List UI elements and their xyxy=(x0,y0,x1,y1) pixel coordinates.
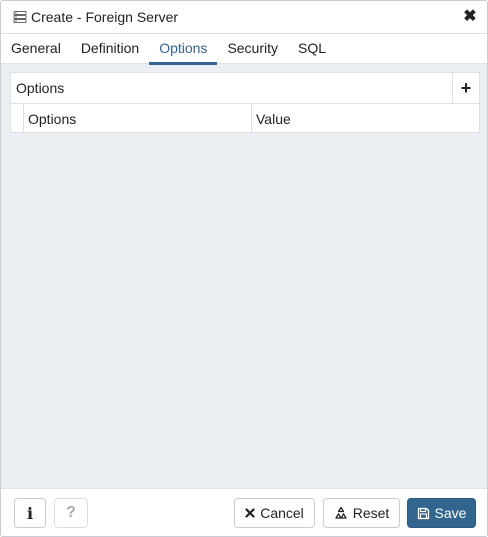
options-panel-title: Options xyxy=(16,80,65,96)
cancel-x-icon xyxy=(245,508,255,518)
options-panel: Options + Options Value xyxy=(10,72,480,133)
tab-sql[interactable]: SQL xyxy=(288,34,336,64)
reset-button[interactable]: Reset xyxy=(323,498,400,528)
close-icon[interactable]: ✖ xyxy=(463,9,477,25)
tab-general[interactable]: General xyxy=(1,34,71,64)
tab-definition[interactable]: Definition xyxy=(71,34,149,64)
add-row-button[interactable]: + xyxy=(452,73,479,103)
tab-options[interactable]: Options xyxy=(149,34,218,65)
tab-bar: General Definition Options Security SQL xyxy=(1,34,487,65)
info-button[interactable]: i xyxy=(14,498,46,528)
dialog-footer: i ? Cancel Reset Save xyxy=(1,488,487,536)
reset-label: Reset xyxy=(352,505,390,521)
options-panel-header: Options + xyxy=(11,73,479,104)
help-icon: ? xyxy=(66,504,76,521)
foreign-server-icon xyxy=(13,10,27,24)
cancel-label: Cancel xyxy=(260,505,304,521)
save-label: Save xyxy=(434,505,467,521)
row-control-column-header xyxy=(11,104,24,133)
create-foreign-server-dialog: Create - Foreign Server ✖ General Defini… xyxy=(0,0,488,537)
info-icon: i xyxy=(26,503,34,523)
save-button[interactable]: Save xyxy=(407,498,476,528)
help-button[interactable]: ? xyxy=(54,498,88,528)
recycle-icon xyxy=(334,506,348,520)
dialog-title: Create - Foreign Server xyxy=(31,9,179,25)
tab-security[interactable]: Security xyxy=(217,34,288,64)
options-grid-header: Options Value xyxy=(11,104,479,133)
cancel-button[interactable]: Cancel xyxy=(234,498,315,528)
column-header-options[interactable]: Options xyxy=(24,104,252,133)
column-header-value[interactable]: Value xyxy=(252,104,479,133)
floppy-disk-icon xyxy=(417,507,430,520)
dialog-titlebar: Create - Foreign Server ✖ xyxy=(1,1,487,34)
